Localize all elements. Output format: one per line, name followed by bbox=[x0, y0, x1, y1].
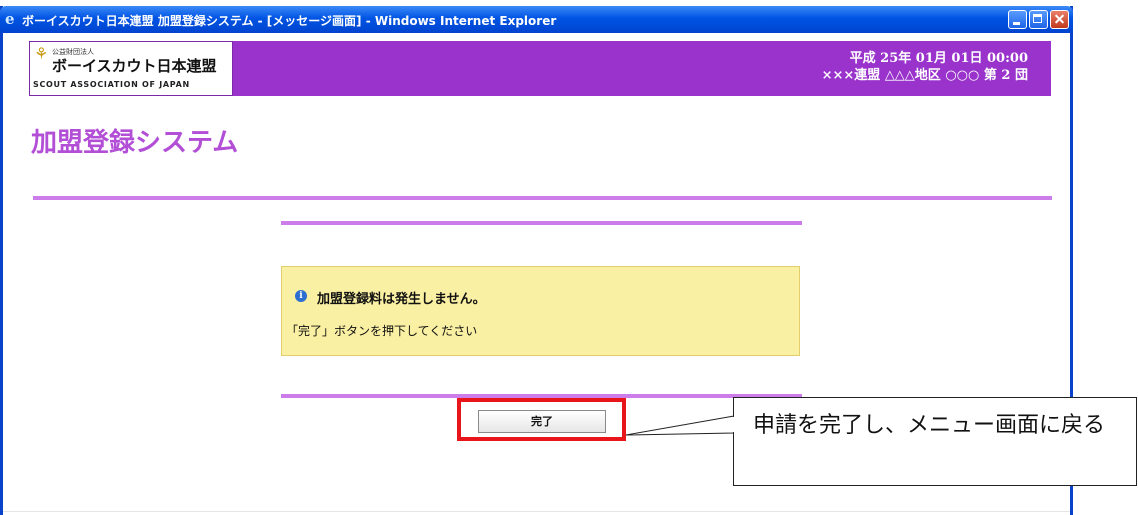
done-button[interactable]: 完了 bbox=[478, 410, 606, 433]
message-line-2: 「完了」ボタンを押下してください bbox=[286, 324, 478, 338]
scout-emblem-icon bbox=[34, 44, 50, 63]
scout-logo[interactable]: 公益財団法人 ボーイスカウト日本連盟 SCOUT ASSOCIATION OF … bbox=[29, 41, 233, 96]
content-divider-top bbox=[281, 221, 802, 225]
title-divider bbox=[33, 196, 1052, 200]
message-box: i 加盟登録料は発生しません。 「完了」ボタンを押下してください bbox=[281, 266, 800, 356]
page-title: 加盟登録システム bbox=[31, 128, 239, 158]
ie-icon: e bbox=[5, 10, 15, 28]
window-title: ボーイスカウト日本連盟 加盟登録システム - [メッセージ画面] - Windo… bbox=[22, 14, 557, 28]
status-line bbox=[3, 511, 1070, 512]
header-organization: ×××連盟 △△△地区 ○○○ 第 2 団 bbox=[821, 68, 1028, 83]
close-button[interactable] bbox=[1050, 10, 1069, 29]
maximize-button[interactable] bbox=[1029, 10, 1048, 29]
info-icon: i bbox=[295, 290, 307, 302]
logo-en-text: SCOUT ASSOCIATION OF JAPAN bbox=[33, 80, 190, 89]
title-bar: e ボーイスカウト日本連盟 加盟登録システム - [メッセージ画面] - Win… bbox=[0, 6, 1073, 33]
minimize-button[interactable] bbox=[1008, 10, 1027, 29]
logo-main-text: ボーイスカウト日本連盟 bbox=[52, 57, 217, 75]
annotation-text: 申請を完了し、メニュー画面に戻る bbox=[753, 413, 1106, 438]
message-line-1: 加盟登録料は発生しません。 bbox=[317, 292, 486, 307]
